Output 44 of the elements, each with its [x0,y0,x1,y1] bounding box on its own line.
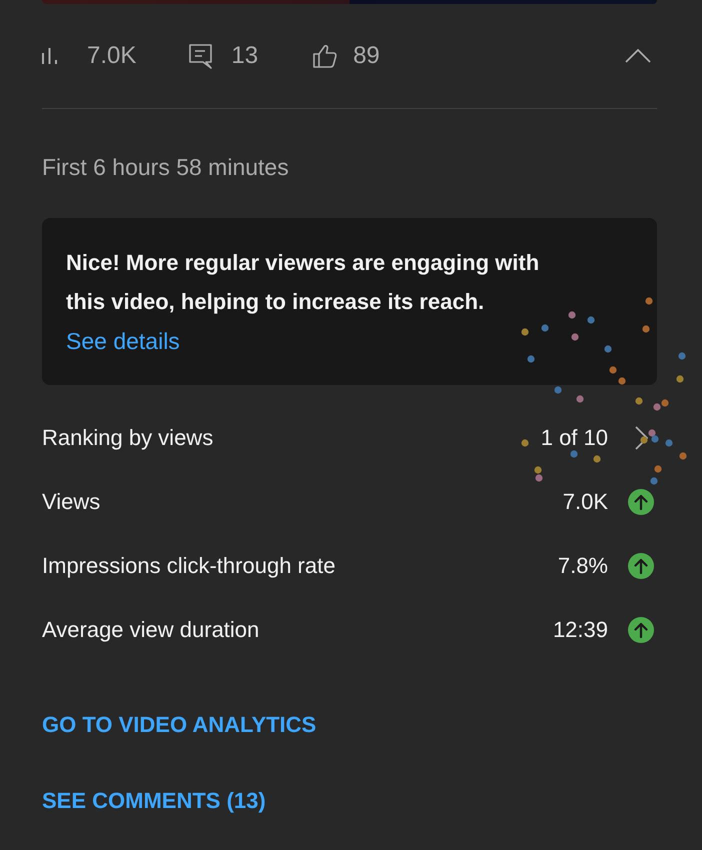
confetti-dot-icon [593,455,601,463]
metric-value: 1 of 10 [540,425,608,451]
metric-label: Average view duration [42,617,260,643]
confetti-dot-icon [521,328,529,336]
comments-count: 13 [231,41,258,71]
metric-label: Views [42,489,100,515]
see-details-link[interactable]: See details [66,321,180,361]
confetti-dot-icon [604,345,612,353]
comment-icon [189,44,212,68]
confetti-dot-icon [635,397,643,405]
confetti-dot-icon [576,395,584,403]
confetti-dot-icon [521,439,529,447]
confetti-dot-icon [571,333,579,341]
comments-link[interactable]: SEE COMMENTS (13) [42,781,266,821]
chevron-up-icon[interactable] [625,49,651,63]
thumbs-up-icon [313,44,338,68]
metric-value: 7.0K [562,489,608,515]
confetti-dot-icon [618,377,626,385]
insight-message: Nice! More regular viewers are engaging with this video, helping to increase its reach. [66,249,540,316]
period-label: First 6 hours 58 minutes [42,153,290,182]
confetti-dot-icon [554,386,562,394]
confetti-dot-icon [665,439,673,447]
confetti-dot-icon [679,452,687,460]
chevron-right-icon[interactable] [634,426,648,450]
confetti-dot-icon [568,311,576,319]
analytics-link[interactable]: GO TO VIDEO ANALYTICS [42,705,316,745]
bar-chart-icon [42,48,57,64]
metric-label: Impressions click-through rate [42,553,336,579]
confetti-dot-icon [570,450,578,458]
confetti-dot-icon [654,465,662,473]
confetti-dot-icon [642,325,650,333]
views-count: 7.0K [87,41,136,71]
confetti-dot-icon [676,375,684,383]
confetti-dot-icon [541,324,549,332]
metric-value: 12:39 [552,617,608,643]
metric-label: Ranking by views [42,425,214,451]
confetti-dot-icon [678,352,686,360]
confetti-dot-icon [645,297,653,305]
confetti-dot-icon [609,366,617,374]
confetti-dot-icon [650,477,658,485]
likes-count: 89 [353,41,380,71]
metric-value: 7.8% [558,553,608,579]
confetti-dot-icon [527,355,535,363]
confetti-dot-icon [587,316,595,324]
